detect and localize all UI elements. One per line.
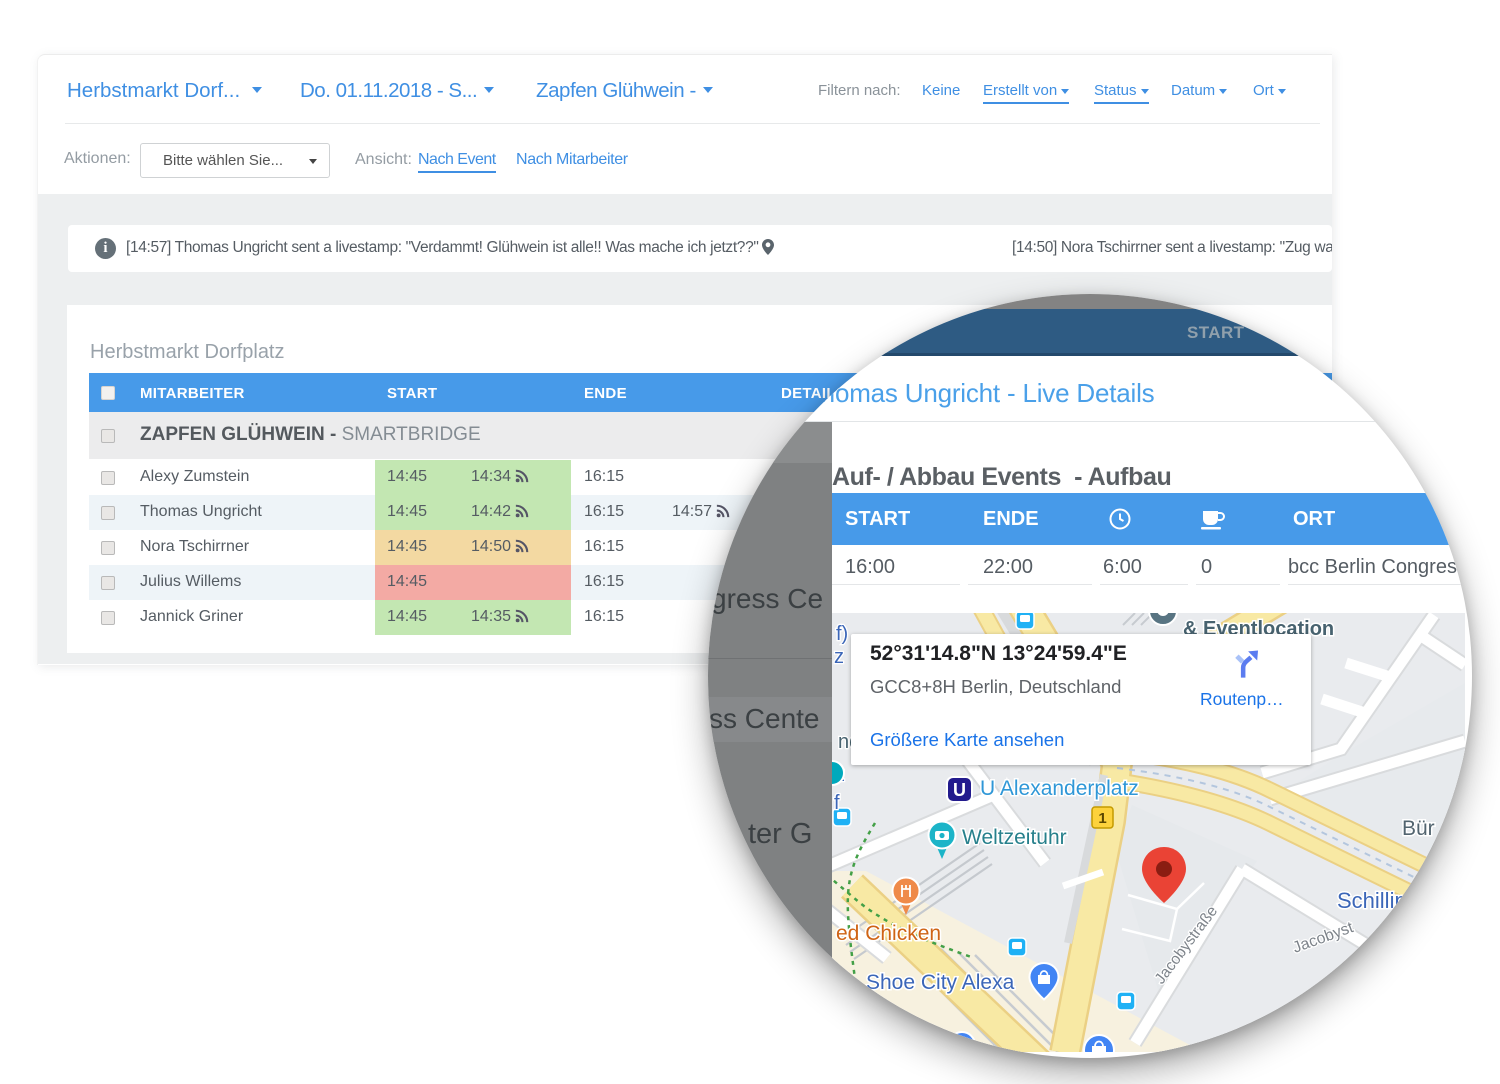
svg-text:1: 1 <box>1098 810 1106 827</box>
svg-text:Schillin: Schillin <box>1337 888 1407 913</box>
svg-text:Bür: Bür <box>1402 817 1435 840</box>
svg-text:f: f <box>834 792 840 814</box>
svg-text:U: U <box>953 780 966 800</box>
svg-text:U Alexanderplatz: U Alexanderplatz <box>980 777 1139 800</box>
svg-text:ed Chicken: ed Chicken <box>836 922 941 945</box>
svg-text:Shoe City Alexa: Shoe City Alexa <box>866 971 1015 994</box>
svg-text:f): f) <box>836 623 848 645</box>
svg-text:z: z <box>834 646 844 668</box>
svg-text:Weltzeituhr: Weltzeituhr <box>962 826 1067 849</box>
